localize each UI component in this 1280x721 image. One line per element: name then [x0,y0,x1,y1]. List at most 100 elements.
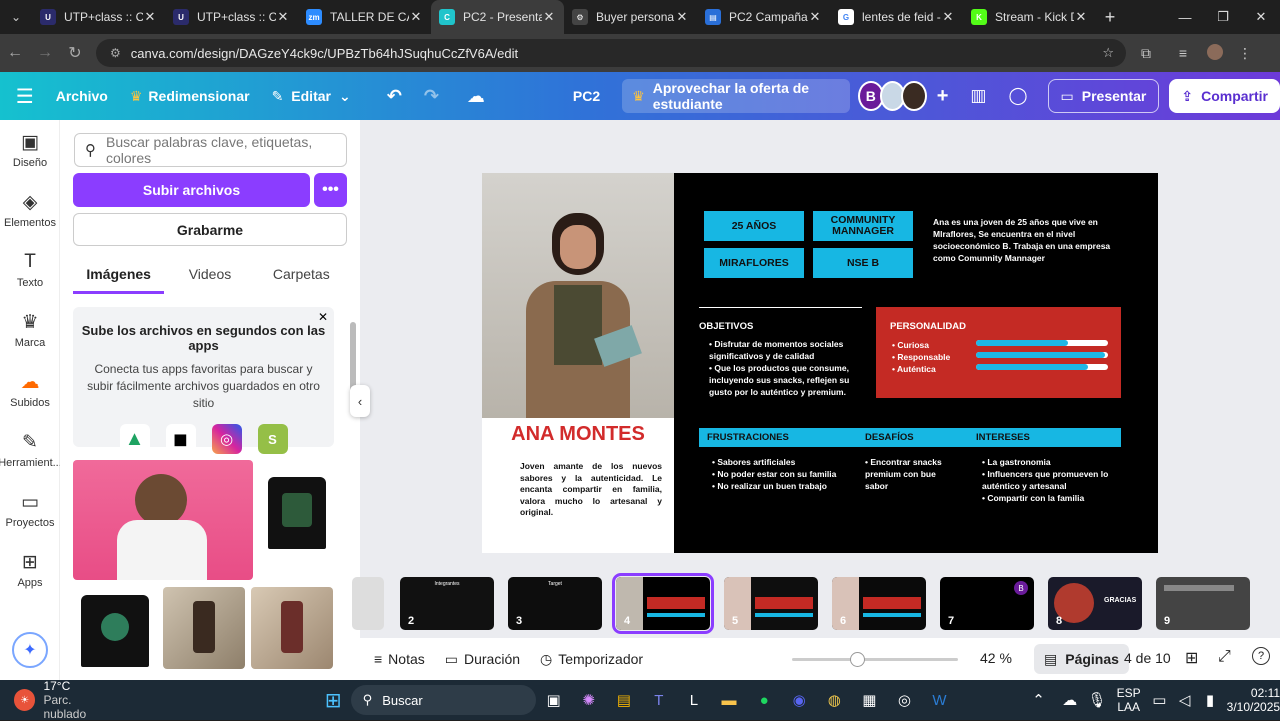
close-tab-icon[interactable]: ✕ [276,9,290,25]
persona-description[interactable]: Ana es una joven de 25 años que vive en … [933,216,1123,264]
page-thumbnail[interactable]: 4 [612,573,714,634]
edit-menu[interactable]: ✎ Editar ⌄ [272,88,351,105]
tab-videos[interactable]: Videos [164,266,255,294]
media-control-icon[interactable]: ≡ [1166,45,1200,61]
weather-icon[interactable]: ☀ [14,689,36,711]
uploaded-image[interactable] [73,460,253,580]
close-tab-icon[interactable]: ✕ [542,9,556,25]
fullscreen-icon[interactable]: ⤢ [1218,648,1231,666]
rail-item[interactable]: ⊞ Apps [0,540,60,600]
rail-item[interactable]: ✎ Herramient... [0,420,62,480]
search-input[interactable]: ⚲ Buscar palabras clave, etiquetas, colo… [74,133,347,167]
minimize-icon[interactable]: — [1166,0,1204,34]
browser-tab[interactable]: Glentes de feid - B✕ [830,0,963,34]
rail-item[interactable]: ▭ Proyectos [0,480,60,540]
more-options-icon[interactable]: ••• [314,173,347,207]
page-thumbnail[interactable] [352,577,384,630]
microphone-icon[interactable]: 🎙 [1083,684,1110,716]
task-view-icon[interactable]: ▣ [536,684,571,716]
word-icon[interactable]: W [922,684,957,716]
persona-name[interactable]: ANA MONTES [482,423,674,446]
notes-button[interactable]: ≡ Notas [374,651,425,667]
bookmark-star-icon[interactable]: ☆ [1102,45,1114,61]
rail-item[interactable]: ◈ Elementos [0,180,60,240]
close-tab-icon[interactable]: ✕ [409,9,423,25]
browser-tab[interactable]: C PC2 - Presentaci✕ [431,0,564,34]
tray-chevron-icon[interactable]: ⌃ [1021,684,1056,716]
page-thumbnail[interactable]: GRACIAS 8 [1048,577,1142,630]
cloud-save-icon[interactable]: ☁ [467,86,485,107]
forward-icon[interactable]: → [30,44,60,62]
rail-item[interactable]: ☁ Subidos [0,360,60,420]
close-tab-icon[interactable]: ✕ [675,9,689,25]
challenges-list[interactable]: Encontrar snacks premium con bue sabor [865,456,960,492]
rail-item[interactable]: ▣ Diseño [0,120,60,180]
help-icon[interactable]: ? [1252,647,1270,665]
persona-bio[interactable]: Joven amante de los nuevos sabores y la … [520,461,662,519]
rail-item[interactable]: T Texto [0,240,60,300]
rail-item[interactable]: ♛ Marca [0,300,60,360]
file-menu[interactable]: Archivo [56,88,108,104]
slide-buyer-persona[interactable]: ANA MONTES Joven amante de los nuevos sa… [482,173,1158,553]
frustrations-list[interactable]: Sabores artificiales No poder estar con … [712,456,852,492]
magic-assistant-icon[interactable]: ✦ [12,632,48,668]
app-l-icon[interactable]: L [676,684,711,716]
clock[interactable]: 02:11 3/10/2025 [1227,686,1280,714]
duration-button[interactable]: ▭ Duración [445,651,520,668]
taskbar-search[interactable]: ⚲ Buscar [350,685,537,715]
redo-icon[interactable]: ↷ [424,86,439,107]
close-tab-icon[interactable]: ✕ [808,9,822,25]
objectives-title[interactable]: OBJETIVOS [699,321,753,332]
uploaded-image[interactable] [163,587,245,669]
new-tab-button[interactable]: + [1096,7,1124,28]
dropbox-icon[interactable]: ◼ [165,424,196,454]
tab-images[interactable]: Imágenes [73,266,165,294]
browser-tab[interactable]: zm TALLER DE CAMI✕ [298,0,431,34]
zoom-slider[interactable] [792,652,958,667]
browser-tab[interactable]: ⚙ Buyer persona g✕ [564,0,697,34]
share-button[interactable]: ⇪ Compartir [1169,79,1280,113]
add-collaborator-icon[interactable]: + [937,85,949,108]
zoom-level[interactable]: 42 % [980,650,1012,666]
battery-icon[interactable]: ▮ [1197,684,1222,716]
discord-icon[interactable]: ◉ [782,684,817,716]
uploaded-image[interactable] [73,587,157,672]
windows-start-icon[interactable]: ⊞ [316,684,351,716]
uploaded-image[interactable] [260,465,333,565]
page-thumbnail[interactable]: B7 [940,577,1034,630]
file-explorer-icon[interactable]: ▬ [711,684,746,716]
volume-icon[interactable]: ◁ [1172,684,1197,716]
chip-job[interactable]: COMMUNITY MANNAGER [813,211,913,241]
close-tab-icon[interactable]: ✕ [1074,9,1088,25]
chrome-icon[interactable]: ◍ [817,684,852,716]
sections-header[interactable]: FRUSTRACIONES DESAFÍOS INTERESES [699,428,1121,447]
pages-button[interactable]: ▤ Páginas [1034,644,1129,674]
tab-folders[interactable]: Carpetas [256,266,347,294]
page-thumbnail[interactable]: 9 [1156,577,1250,630]
page-thumbnail[interactable]: Integrantes 2 [400,577,494,630]
collapse-panel-icon[interactable]: ‹ [350,385,370,417]
zoom-handle[interactable] [850,652,865,667]
browser-menu-icon[interactable]: ⋮ [1230,45,1260,62]
language-indicator[interactable]: ESP LAA [1117,686,1141,714]
shopify-icon[interactable]: S [257,424,288,454]
upload-files-button[interactable]: Subir archivos [73,173,310,207]
close-window-icon[interactable]: ✕ [1242,0,1280,34]
onedrive-icon[interactable]: ☁ [1056,684,1083,716]
chip-nse[interactable]: NSE B [813,248,913,278]
tab-search-icon[interactable]: ⌄ [0,0,32,34]
page-thumbnail[interactable]: Target 3 [508,577,602,630]
google-drive-icon[interactable]: ▲ [119,424,150,454]
record-button[interactable]: Grabarme [73,213,347,246]
student-offer-button[interactable]: ♛ Aprovechar la oferta de estudiante [622,79,851,113]
store-icon[interactable]: ▤ [606,684,641,716]
spotify-icon[interactable]: ● [747,684,782,716]
weather-widget[interactable]: 17°C Parc. nublado [43,679,115,721]
teams-icon[interactable]: T [641,684,676,716]
grid-view-icon[interactable]: ⊞ [1185,648,1198,668]
instagram-icon[interactable]: ◎ [211,424,242,454]
url-field[interactable]: ⚙ canva.com/design/DAGzeY4ck9c/UPBzTb64h… [96,39,1126,67]
close-tab-icon[interactable]: ✕ [941,9,955,25]
network-icon[interactable]: ▭ [1147,684,1172,716]
browser-tab[interactable]: U UTP+class :: Cur✕ [165,0,298,34]
